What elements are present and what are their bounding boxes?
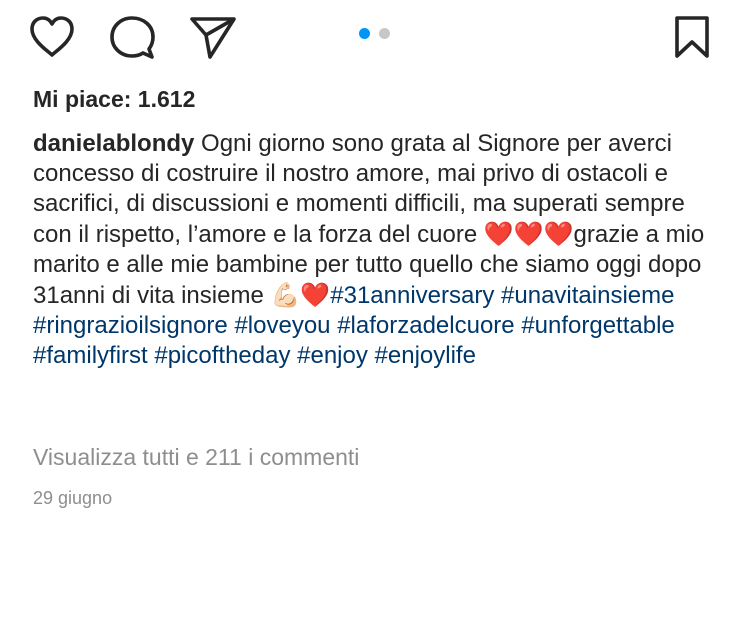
hashtag[interactable]: #31anniversary xyxy=(330,282,494,309)
hashtag[interactable]: #familyfirst xyxy=(33,342,148,369)
likes-count[interactable]: Mi piace: 1.612 xyxy=(33,86,195,113)
caption-username[interactable]: danielablondy xyxy=(33,130,194,157)
hashtag[interactable]: #enjoylife xyxy=(375,342,476,369)
post-caption: danielablondy Ogni giorno sono grata al … xyxy=(33,129,723,371)
carousel-dot xyxy=(379,28,390,39)
view-all-comments-link[interactable]: Visualizza tutti e 211 i commenti xyxy=(33,444,359,471)
share-icon[interactable] xyxy=(188,14,238,60)
hearts-emoji: ❤️❤️❤️ xyxy=(483,220,574,248)
hashtag[interactable]: #picoftheday xyxy=(154,342,290,369)
carousel-dot-active xyxy=(359,28,370,39)
post-date: 29 giugno xyxy=(33,488,113,508)
heart-emoji: ❤️ xyxy=(300,281,331,309)
hashtag[interactable]: #loveyou xyxy=(234,312,330,339)
action-bar xyxy=(0,0,750,76)
comment-icon[interactable] xyxy=(108,14,156,60)
hashtag[interactable]: #laforzadelcuore xyxy=(337,312,514,339)
hashtag[interactable]: #unforgettable xyxy=(521,312,674,339)
flexed-arm-emoji: 💪🏻 xyxy=(270,281,301,309)
hashtag[interactable]: #ringrazioilsignore xyxy=(33,312,228,339)
bookmark-icon[interactable] xyxy=(672,14,712,60)
heart-icon[interactable] xyxy=(28,14,76,60)
hashtag[interactable]: #enjoy xyxy=(297,342,368,369)
hashtag[interactable]: #unavitainsieme xyxy=(501,282,674,309)
